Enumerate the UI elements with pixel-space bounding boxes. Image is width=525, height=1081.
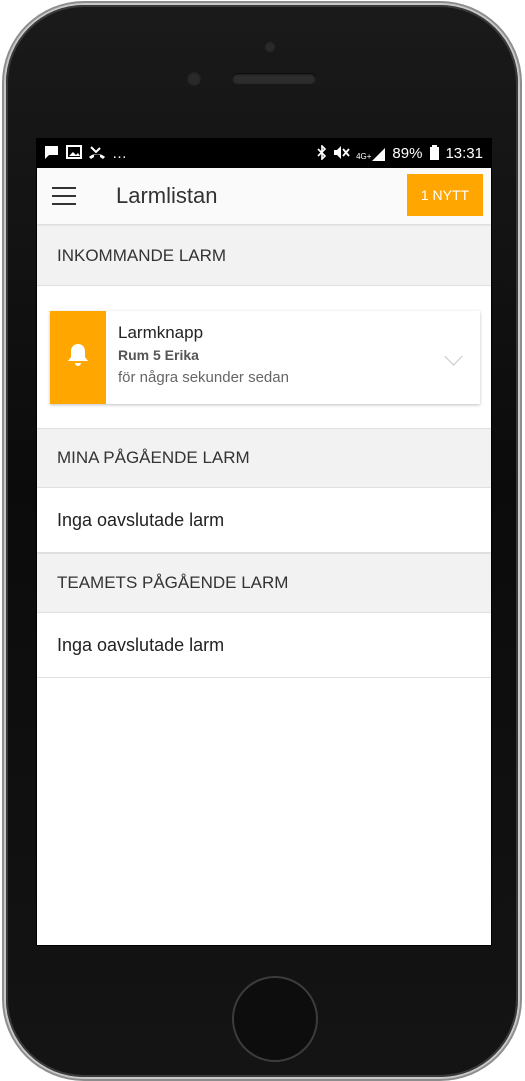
network-type: 4G+: [356, 151, 372, 161]
alarm-time: för några sekunder sedan: [118, 369, 289, 386]
missed-call-icon: [88, 145, 106, 163]
status-bar: … 4G+ 89% 13:31: [37, 139, 491, 168]
proximity-sensor: [264, 41, 276, 53]
status-ellipsis: …: [112, 145, 127, 162]
image-icon: [66, 145, 82, 162]
chat-bubble-icon: [43, 145, 60, 163]
my-ongoing-empty-text: Inga oavslutade larm: [37, 488, 491, 553]
section-header-my-ongoing: MINA PÅGÅENDE LARM: [37, 428, 491, 488]
bell-icon: [66, 342, 90, 373]
page-title: Larmlistan: [116, 183, 218, 208]
mute-icon: [333, 145, 350, 163]
alarm-title: Larmknapp: [118, 323, 204, 342]
home-button[interactable]: [232, 976, 318, 1062]
alarm-card[interactable]: Larmknapp Rum 5 Erika för några sekunder…: [50, 311, 480, 404]
new-alarms-button[interactable]: 1 NYTT: [407, 174, 483, 216]
alarm-stripe: [50, 311, 106, 404]
team-ongoing-empty-text: Inga oavslutade larm: [37, 613, 491, 678]
earpiece-speaker: [232, 73, 316, 84]
signal-icon: 4G+: [356, 147, 386, 161]
status-time: 13:31: [445, 145, 483, 162]
alarm-room: Rum 5 Erika: [118, 347, 199, 363]
section-header-incoming: INKOMMANDE LARM: [37, 225, 491, 286]
menu-icon[interactable]: [52, 187, 76, 205]
incoming-alarm-list: Larmknapp Rum 5 Erika för några sekunder…: [37, 286, 491, 428]
bluetooth-icon: [317, 143, 327, 163]
battery-percent: 89%: [392, 145, 423, 162]
front-camera: [186, 71, 202, 87]
battery-icon: [430, 145, 440, 160]
app-screen: … 4G+ 89% 13:31 Larmlistan 1 NYTT INKOMM…: [37, 139, 491, 945]
app-bar: Larmlistan 1 NYTT: [37, 168, 491, 225]
section-header-team-ongoing: TEAMETS PÅGÅENDE LARM: [37, 553, 491, 613]
